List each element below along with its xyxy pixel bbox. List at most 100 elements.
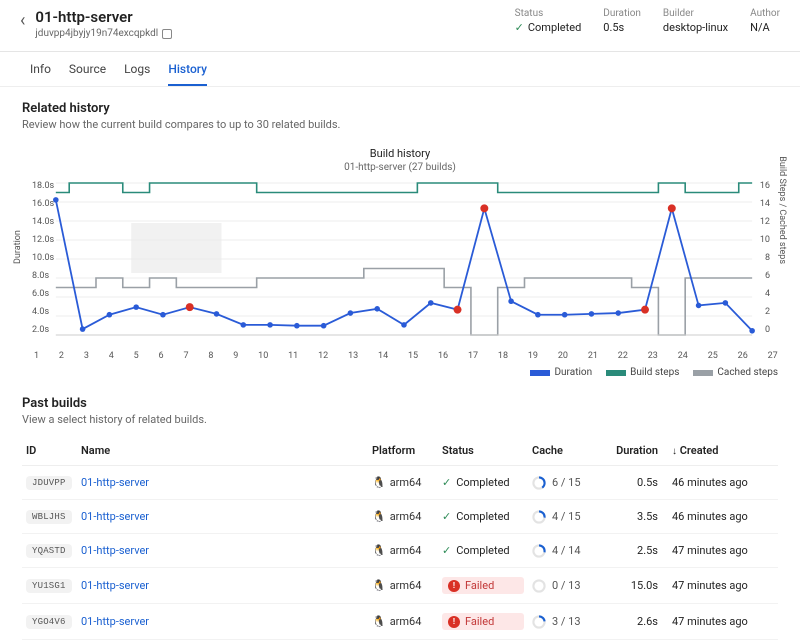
past-heading: Past builds [22,396,778,411]
y-right-axis-ticks: 1614121086420 [760,179,770,349]
legend-duration: Duration [530,367,592,378]
platform-cell: 🐧arm64 [372,544,434,557]
page-header: ‹ 01-http-server jduvpp4jbyjy19n74excqpk… [0,0,800,52]
header-meta: Status ✓ Completed Duration 0.5s Builder … [515,8,780,34]
build-id-badge[interactable]: WBLJHS [26,510,72,524]
chart-legend: Duration Build steps Cached steps [0,361,800,378]
created-cell: 46 minutes ago [668,466,778,500]
build-name-link[interactable]: 01-http-server [81,579,149,592]
meta-duration-label: Duration [603,8,641,19]
status-completed: ✓Completed [442,544,524,557]
build-name-link[interactable]: 01-http-server [81,510,149,523]
y-left-axis-label: Duration [13,230,23,264]
linux-icon: 🐧 [372,510,386,523]
build-id-badge[interactable]: YU1SG1 [26,579,72,593]
sort-desc-icon: ↓ [672,446,677,457]
related-history-section: Related history Review how the current b… [0,87,800,137]
build-name-link[interactable]: 01-http-server [81,544,149,557]
table-row[interactable]: YGO4V6 01-http-server 🐧arm64 !Failed 3 /… [22,604,778,640]
cache-cell: 3 / 13 [532,615,594,629]
back-button[interactable]: ‹ [20,10,25,31]
tab-source[interactable]: Source [69,62,106,86]
build-id-badge[interactable]: YQASTD [26,544,72,558]
tab-info[interactable]: Info [30,62,51,86]
chart-container: 18.0s16.0s14.0s12.0s10.0s8.0s6.0s4.0s2.0… [22,179,778,349]
table-row[interactable]: JDUVPP 01-http-server 🐧arm64 ✓Completed … [22,466,778,500]
meta-status-label: Status [515,8,582,19]
cache-cell: 4 / 14 [532,544,594,558]
build-name-link[interactable]: 01-http-server [81,476,149,489]
title-block: 01-http-server jduvpp4jbyjy19n74excqpkdl [35,8,514,39]
meta-builder-label: Builder [663,8,728,19]
related-desc: Review how the current build compares to… [22,118,778,131]
meta-duration: Duration 0.5s [603,8,641,34]
chart-subtitle: 01-http-server (27 builds) [0,162,800,173]
col-created-label: Created [680,444,719,457]
linux-icon: 🐧 [372,579,386,592]
meta-status: Status ✓ Completed [515,8,582,34]
build-id-row: jduvpp4jbyjy19n74excqpkdl [35,28,514,39]
col-created[interactable]: ↓ Created [668,436,778,466]
cache-cell: 6 / 15 [532,476,594,490]
y-right-axis-label: Build Steps / Cached steps [777,156,787,264]
tab-logs[interactable]: Logs [124,62,150,86]
check-icon: ✓ [442,544,451,557]
col-id[interactable]: ID [22,436,77,466]
related-heading: Related history [22,101,778,116]
chart-title: Build history [0,147,800,160]
meta-builder-value: desktop-linux [663,21,728,34]
build-history-chart[interactable] [22,179,778,349]
legend-build-steps: Build steps [606,367,679,378]
linux-icon: 🐧 [372,544,386,557]
duration-cell: 0.5s [598,466,668,500]
page-title: 01-http-server [35,8,514,26]
tab-history[interactable]: History [168,62,207,86]
legend-cached-steps: Cached steps [693,367,778,378]
past-desc: View a select history of related builds. [22,413,778,426]
build-id-badge[interactable]: JDUVPP [26,476,72,490]
table-row[interactable]: WBLJHS 01-http-server 🐧arm64 ✓Completed … [22,500,778,534]
table-row[interactable]: YQASTD 01-http-server 🐧arm64 ✓Completed … [22,534,778,568]
col-cache[interactable]: Cache [528,436,598,466]
meta-author: Author N/A [750,8,780,34]
table-row[interactable]: YU1SG1 01-http-server 🐧arm64 !Failed 0 /… [22,568,778,604]
status-text: Completed [528,21,581,34]
past-builds-section: Past builds View a select history of rel… [0,378,800,640]
linux-icon: 🐧 [372,615,386,628]
col-name[interactable]: Name [77,436,368,466]
col-duration[interactable]: Duration [598,436,668,466]
status-completed: ✓Completed [442,510,524,523]
tabs: Info Source Logs History [0,52,800,87]
table-header-row: ID Name Platform Status Cache Duration ↓… [22,436,778,466]
status-failed: !Failed [442,577,524,594]
col-platform[interactable]: Platform [368,436,438,466]
build-id-text: jduvpp4jbyjy19n74excqpkdl [35,28,158,39]
linux-icon: 🐧 [372,476,386,489]
col-status[interactable]: Status [438,436,528,466]
build-id-badge[interactable]: YGO4V6 [26,615,72,629]
duration-cell: 15.0s [598,568,668,604]
cache-cell: 4 / 15 [532,510,594,524]
created-cell: 46 minutes ago [668,500,778,534]
platform-cell: 🐧arm64 [372,476,434,489]
legend-build-steps-label: Build steps [630,367,679,378]
legend-cached-steps-label: Cached steps [717,367,778,378]
build-name-link[interactable]: 01-http-server [81,615,149,628]
meta-status-value: ✓ Completed [515,21,582,34]
meta-builder: Builder desktop-linux [663,8,728,34]
check-icon: ✓ [442,510,451,523]
status-completed: ✓Completed [442,476,524,489]
past-builds-table: ID Name Platform Status Cache Duration ↓… [22,436,778,640]
check-icon: ✓ [515,21,524,34]
duration-cell: 3.5s [598,500,668,534]
x-axis-ticks: 1234567891011121314151617181920212223242… [0,349,800,361]
cache-cell: 0 / 13 [532,579,594,593]
status-failed: !Failed [442,613,524,630]
copy-icon[interactable] [162,29,172,39]
meta-author-value: N/A [750,21,780,34]
legend-duration-label: Duration [554,367,592,378]
y-left-axis-ticks: 18.0s16.0s14.0s12.0s10.0s8.0s6.0s4.0s2.0… [32,179,54,349]
created-cell: 47 minutes ago [668,604,778,640]
fail-icon: ! [448,616,460,628]
platform-cell: 🐧arm64 [372,579,434,592]
